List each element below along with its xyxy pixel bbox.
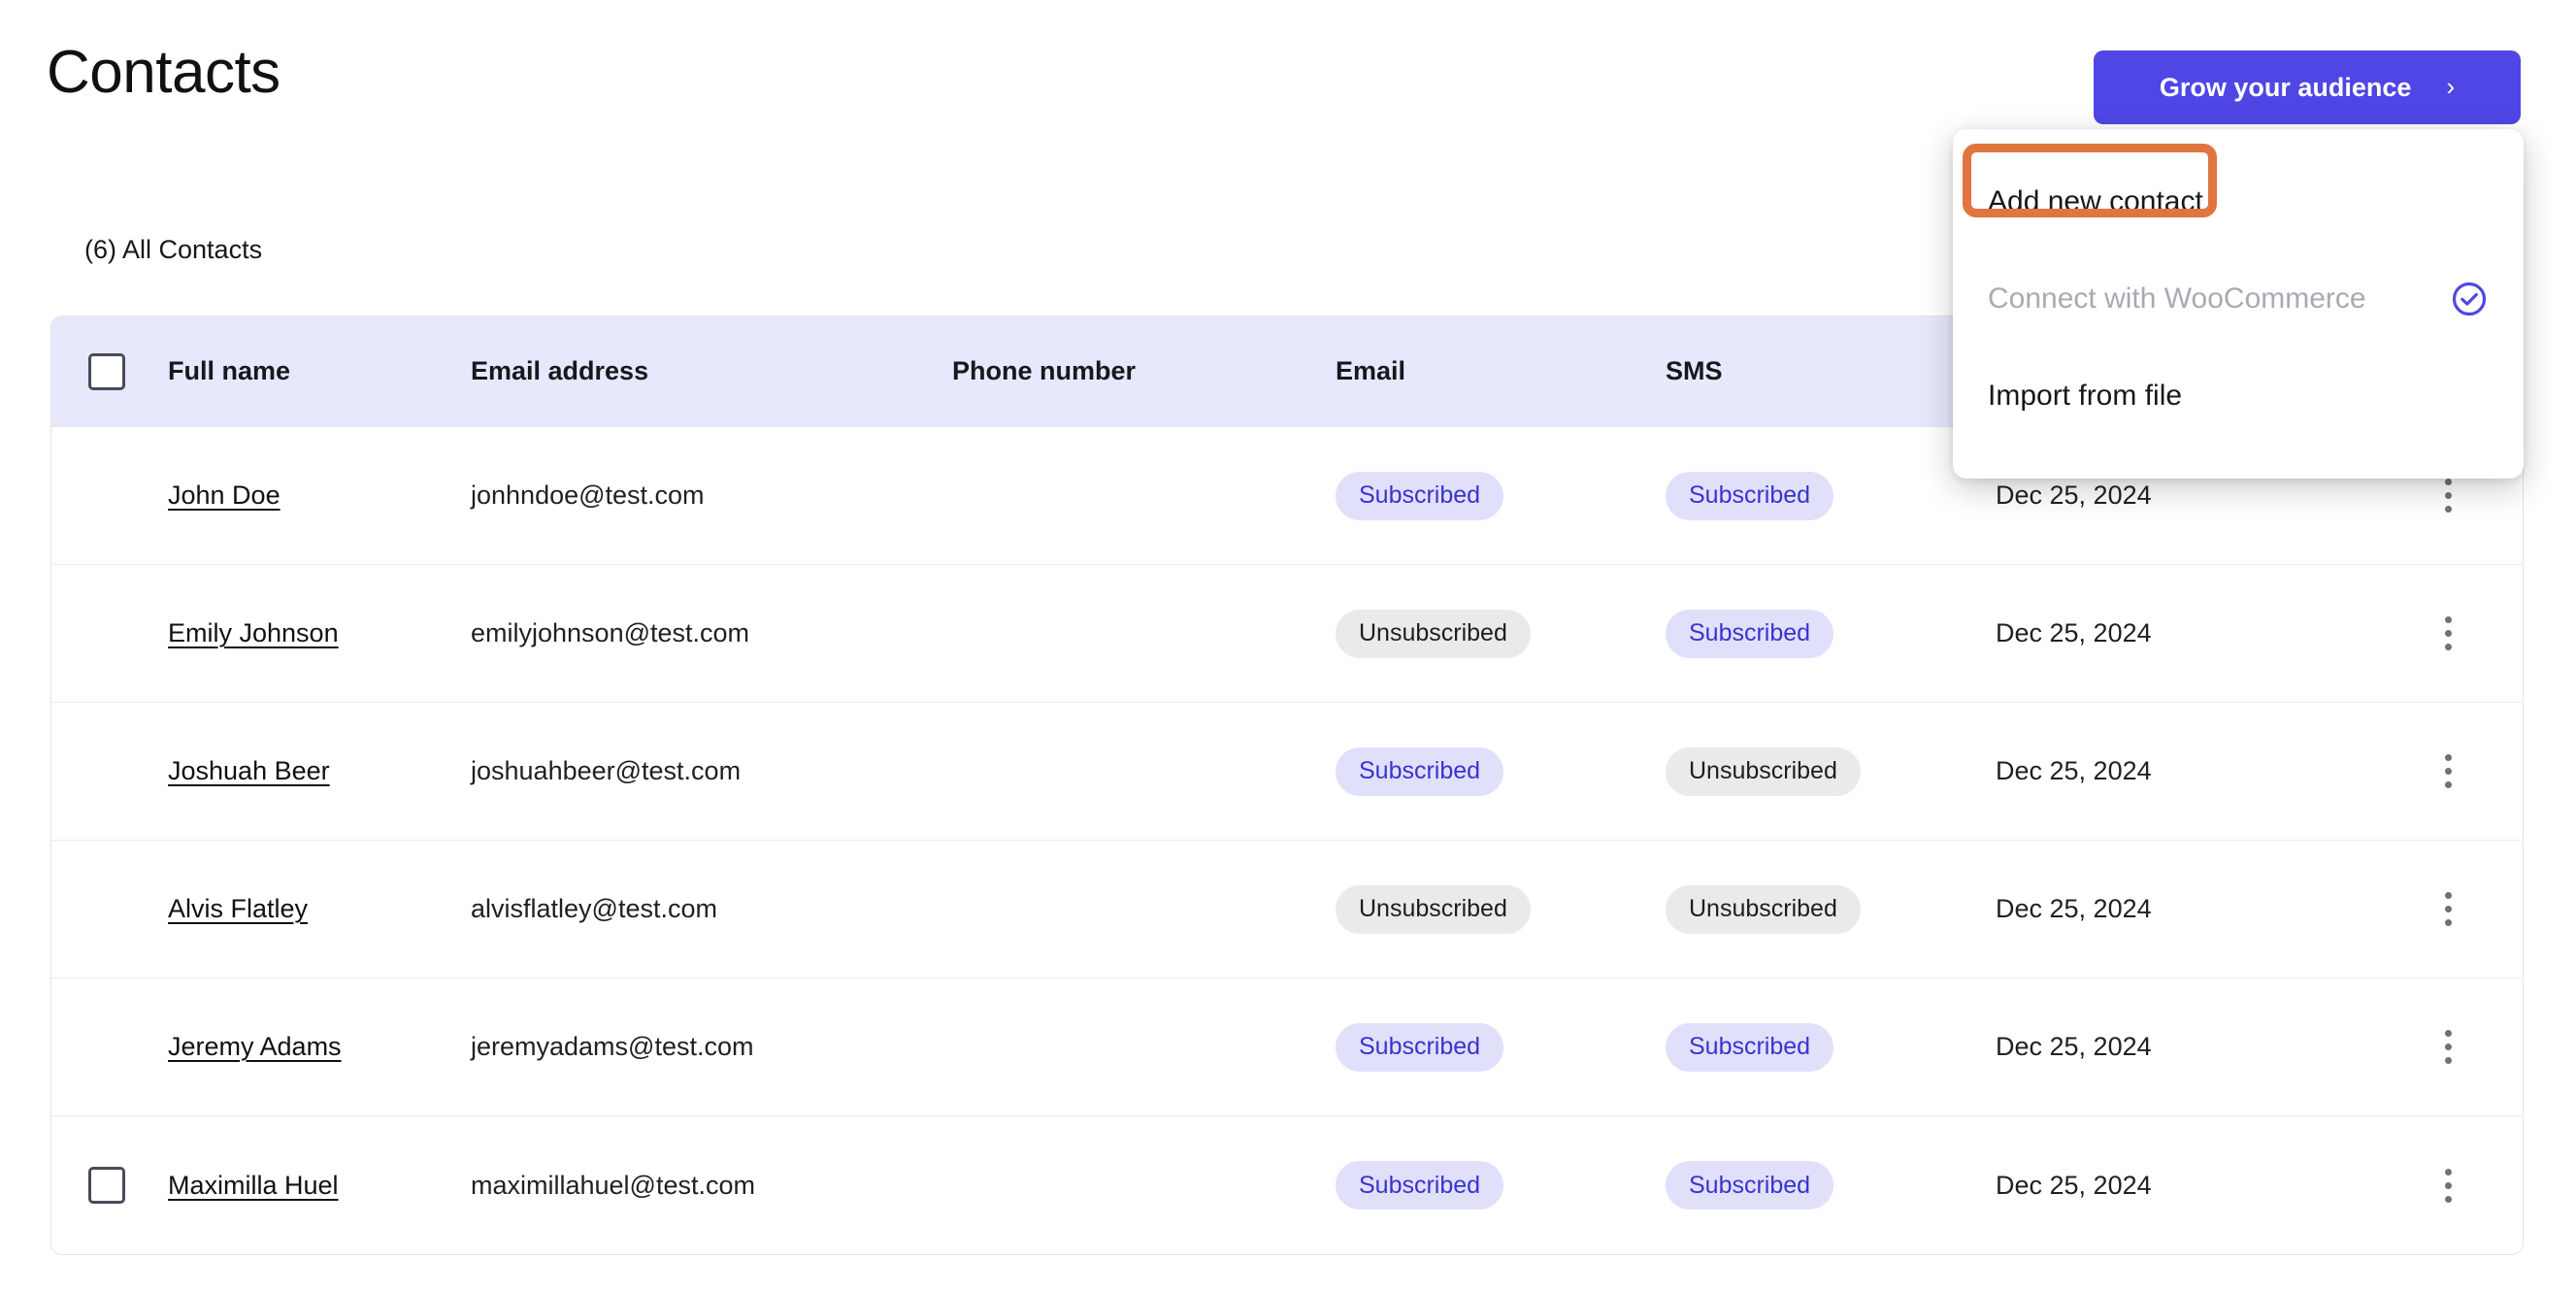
cell-sms-status: Subscribed xyxy=(1666,1161,1996,1210)
cell-date: Dec 25, 2024 xyxy=(1996,1032,2152,1061)
cell-date: Dec 25, 2024 xyxy=(1996,894,2152,923)
status-badge: Subscribed xyxy=(1666,1022,1834,1072)
cell-email-status: Unsubscribed xyxy=(1336,884,1666,934)
table-body: John Doe jonhndoe@test.com Subscribed Subsc… xyxy=(51,427,2523,1254)
table-row[interactable]: Alvis Flatley alvisflatley@test.com Unsubs… xyxy=(51,841,2523,978)
cell-full-name: John Doe xyxy=(137,481,467,511)
status-badge: Unsubscribed xyxy=(1666,884,1861,934)
row-select-checkbox[interactable] xyxy=(88,1167,125,1204)
row-more-options-icon[interactable] xyxy=(2427,613,2470,655)
row-more-options-icon[interactable] xyxy=(2427,1026,2470,1069)
cell-email-status: Subscribed xyxy=(1336,746,1666,796)
cell-email-address: jeremyadams@test.com xyxy=(471,1032,754,1061)
cell-actions xyxy=(2374,475,2523,517)
grow-your-audience-button[interactable]: Grow your audience › xyxy=(2094,50,2521,124)
status-badge: Subscribed xyxy=(1336,471,1504,520)
row-select-cell xyxy=(51,753,137,790)
cell-date: Dec 25, 2024 xyxy=(1996,481,2152,510)
cell-full-name: Jeremy Adams xyxy=(137,1032,467,1062)
status-badge: Subscribed xyxy=(1666,609,1834,658)
cell-actions xyxy=(2374,613,2523,655)
menu-item-import-from-file[interactable]: Import from file xyxy=(1953,368,2524,424)
cell-full-name: Alvis Flatley xyxy=(137,894,467,924)
contact-name-link[interactable]: Emily Johnson xyxy=(168,618,339,647)
row-select-cell xyxy=(51,1167,137,1204)
column-header-email-status[interactable]: Email xyxy=(1336,356,1666,386)
cell-sms-status: Subscribed xyxy=(1666,1022,1996,1072)
cell-email-address: maximillahuel@test.com xyxy=(471,1170,755,1200)
cell-email-address: jonhndoe@test.com xyxy=(471,481,705,510)
cell-date: Dec 25, 2024 xyxy=(1996,1170,2152,1200)
chevron-right-icon: › xyxy=(2446,72,2456,101)
row-select-cell xyxy=(51,1029,137,1066)
status-badge: Unsubscribed xyxy=(1666,746,1861,796)
contact-name-link[interactable]: Maximilla Huel xyxy=(168,1171,339,1200)
cell-email-status: Subscribed xyxy=(1336,1022,1666,1072)
table-row[interactable]: Maximilla Huel maximillahuel@test.com Subs… xyxy=(51,1116,2523,1254)
cell-actions xyxy=(2374,1026,2523,1069)
menu-item-import-from-file-label: Import from file xyxy=(1988,380,2183,412)
column-header-email-address[interactable]: Email address xyxy=(467,356,952,386)
contact-name-link[interactable]: John Doe xyxy=(168,481,281,510)
status-badge: Unsubscribed xyxy=(1336,609,1531,658)
cell-full-name: Emily Johnson xyxy=(137,618,467,648)
cell-email-address: emilyjohnson@test.com xyxy=(471,618,750,647)
cell-actions xyxy=(2374,888,2523,931)
grow-your-audience-label: Grow your audience xyxy=(2159,72,2412,102)
cell-sms-status: Subscribed xyxy=(1666,609,1996,658)
row-select-cell xyxy=(51,891,137,928)
status-badge: Subscribed xyxy=(1336,746,1504,796)
cell-actions xyxy=(2374,750,2523,793)
menu-item-connect-with-woocommerce[interactable]: Connect with WooCommerce xyxy=(1953,271,2524,327)
contact-name-link[interactable]: Alvis Flatley xyxy=(168,894,308,923)
cell-sms-status: Unsubscribed xyxy=(1666,884,1996,934)
cell-sms-status: Subscribed xyxy=(1666,471,1996,520)
contact-name-link[interactable]: Jeremy Adams xyxy=(168,1032,342,1061)
cell-actions xyxy=(2374,1164,2523,1207)
cell-date: Dec 25, 2024 xyxy=(1996,618,2152,647)
contact-name-link[interactable]: Joshuah Beer xyxy=(168,756,330,785)
grow-audience-dropdown-menu[interactable]: Add new contact Connect with WooCommerce… xyxy=(1953,129,2524,479)
cell-sms-status: Unsubscribed xyxy=(1666,746,1996,796)
status-badge: Subscribed xyxy=(1336,1022,1504,1072)
cell-email-address: joshuahbeer@test.com xyxy=(471,756,742,785)
row-more-options-icon[interactable] xyxy=(2427,888,2470,931)
cell-date: Dec 25, 2024 xyxy=(1996,756,2152,785)
cell-email-status: Unsubscribed xyxy=(1336,609,1666,658)
menu-item-connect-with-woocommerce-label: Connect with WooCommerce xyxy=(1988,282,2366,315)
status-badge: Subscribed xyxy=(1666,471,1834,520)
contacts-count-label: (6) All Contacts xyxy=(84,235,263,264)
select-all-cell xyxy=(51,352,137,390)
table-row[interactable]: Jeremy Adams jeremyadams@test.com Subscrib… xyxy=(51,978,2523,1116)
row-select-cell xyxy=(51,615,137,652)
menu-item-add-new-contact[interactable]: Add new contact xyxy=(1953,174,2524,230)
column-header-full-name[interactable]: Full name xyxy=(137,356,467,386)
cell-email-address: alvisflatley@test.com xyxy=(471,894,717,923)
status-badge: Subscribed xyxy=(1336,1161,1504,1210)
table-row[interactable]: Joshuah Beer joshuahbeer@test.com Subscrib… xyxy=(51,703,2523,841)
cell-full-name: Maximilla Huel xyxy=(137,1171,467,1201)
cell-email-status: Subscribed xyxy=(1336,471,1666,520)
row-more-options-icon[interactable] xyxy=(2427,1164,2470,1207)
page-title: Contacts xyxy=(47,39,281,106)
table-row[interactable]: Emily Johnson emilyjohnson@test.com Unsubs… xyxy=(51,565,2523,703)
row-select-cell xyxy=(51,478,137,514)
status-badge: Subscribed xyxy=(1666,1161,1834,1210)
select-all-checkbox[interactable] xyxy=(88,352,125,390)
column-header-phone-number[interactable]: Phone number xyxy=(952,356,1336,386)
cell-email-status: Subscribed xyxy=(1336,1161,1666,1210)
cell-full-name: Joshuah Beer xyxy=(137,756,467,786)
row-more-options-icon[interactable] xyxy=(2427,475,2470,517)
menu-item-add-new-contact-label: Add new contact xyxy=(1988,185,2203,217)
row-more-options-icon[interactable] xyxy=(2427,750,2470,793)
check-circle-icon xyxy=(2450,280,2489,318)
contacts-page: Contacts Grow your audience › (6) All Co… xyxy=(0,0,2576,1293)
status-badge: Unsubscribed xyxy=(1336,884,1531,934)
column-header-sms-status[interactable]: SMS xyxy=(1666,356,1996,386)
